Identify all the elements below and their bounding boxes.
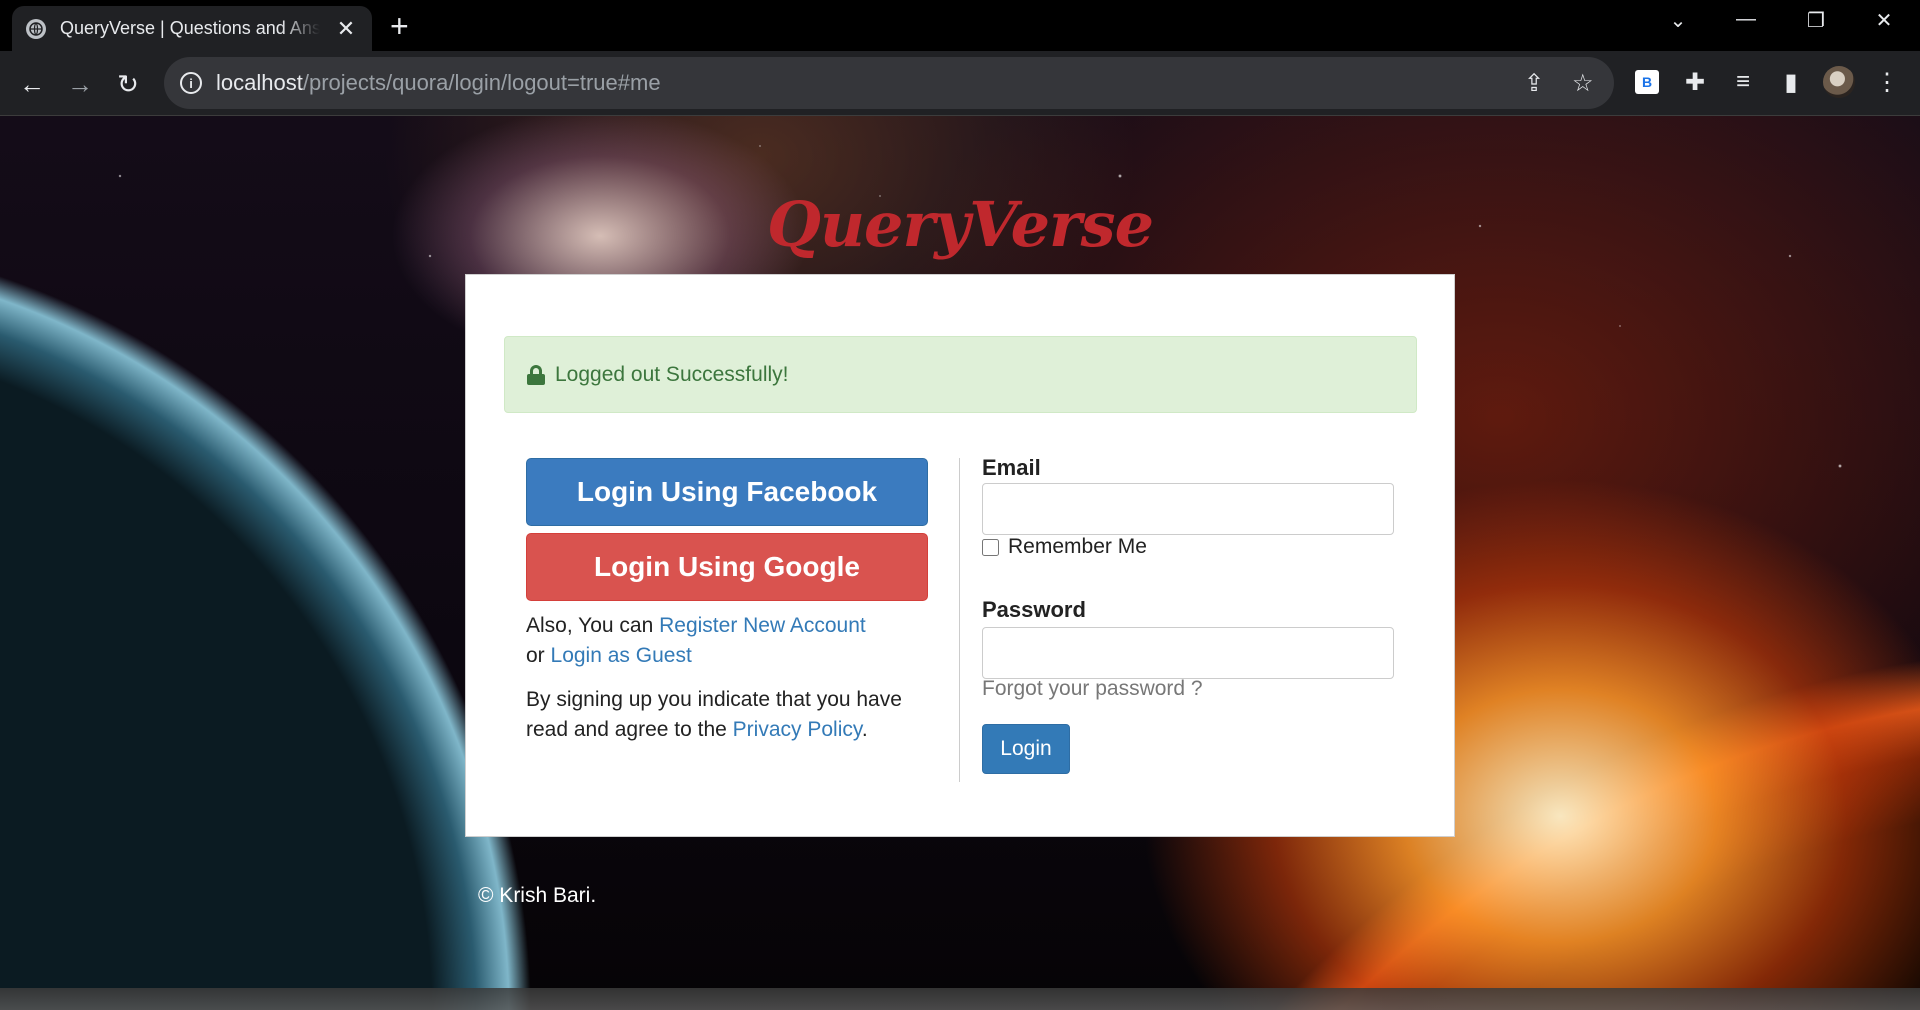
google-login-button[interactable]: Login Using Google [526, 533, 928, 601]
register-link[interactable]: Register New Account [659, 614, 866, 637]
extensions-puzzle-icon[interactable]: ✚ [1679, 66, 1711, 98]
page-bottom-bar [0, 988, 1920, 1010]
extension-b-icon[interactable]: B [1631, 66, 1663, 98]
footer-copyright: © Krish Bari. [478, 884, 597, 907]
forgot-password-link[interactable]: Forgot your password ? [982, 677, 1203, 701]
tab-search-icon[interactable]: ⌄ [1658, 8, 1698, 33]
facebook-login-button[interactable]: Login Using Facebook [526, 458, 928, 526]
lock-icon [527, 364, 545, 385]
forward-icon[interactable]: → [62, 66, 98, 102]
tab-title: QueryVerse | Questions and Answers [60, 18, 320, 38]
privacy-notice: By signing up you indicate that you have… [526, 688, 902, 741]
remember-me-checkbox[interactable] [982, 538, 999, 556]
login-card: Logged out Successfully! Login Using Fac… [465, 274, 1455, 837]
remember-me[interactable]: Remember Me [982, 535, 1147, 559]
email-field[interactable] [982, 483, 1394, 535]
guest-login-link[interactable]: Login as Guest [551, 644, 692, 667]
restore-icon[interactable]: ❐ [1796, 8, 1836, 33]
password-field[interactable] [982, 627, 1394, 679]
privacy-policy-link[interactable]: Privacy Policy [733, 718, 862, 741]
media-queue-icon[interactable]: ≡ [1727, 66, 1759, 98]
share-icon[interactable]: ⇪ [1524, 69, 1544, 98]
column-divider [959, 458, 960, 782]
side-panel-icon[interactable]: ▮ [1775, 66, 1807, 98]
window-close-icon[interactable]: ✕ [1864, 8, 1904, 33]
page-background: QueryVerse Logged out Successfully! Logi… [0, 116, 1920, 1010]
url-text[interactable]: localhost/projects/quora/login/logout=tr… [216, 70, 661, 96]
back-icon[interactable]: ← [14, 66, 50, 102]
bookmark-star-icon[interactable]: ☆ [1572, 69, 1594, 98]
browser-tab-bar: QueryVerse | Questions and Answers ✕ + ⌄… [0, 0, 1920, 51]
minimize-icon[interactable]: — [1726, 8, 1766, 31]
browser-menu-icon[interactable]: ⋮ [1871, 66, 1903, 98]
login-button[interactable]: Login [982, 724, 1070, 774]
site-info-icon[interactable]: i [180, 72, 202, 94]
logout-alert: Logged out Successfully! [504, 336, 1417, 413]
remember-me-label: Remember Me [1008, 535, 1147, 558]
close-tab-icon[interactable]: ✕ [334, 16, 358, 42]
password-label: Password [982, 597, 1086, 622]
browser-tab[interactable]: QueryVerse | Questions and Answers ✕ [12, 6, 372, 51]
alternative-options: Also, You can Register New Account or Lo… [526, 614, 866, 667]
reload-icon[interactable]: ↻ [110, 66, 146, 102]
alert-message: Logged out Successfully! [555, 362, 789, 386]
address-bar[interactable]: i localhost/projects/quora/login/logout=… [164, 57, 1614, 109]
email-label: Email [982, 455, 1041, 480]
profile-avatar-icon[interactable] [1823, 66, 1855, 98]
new-tab-icon[interactable]: + [390, 10, 409, 42]
globe-icon [26, 18, 46, 39]
site-logo: QueryVerse [766, 188, 1154, 261]
